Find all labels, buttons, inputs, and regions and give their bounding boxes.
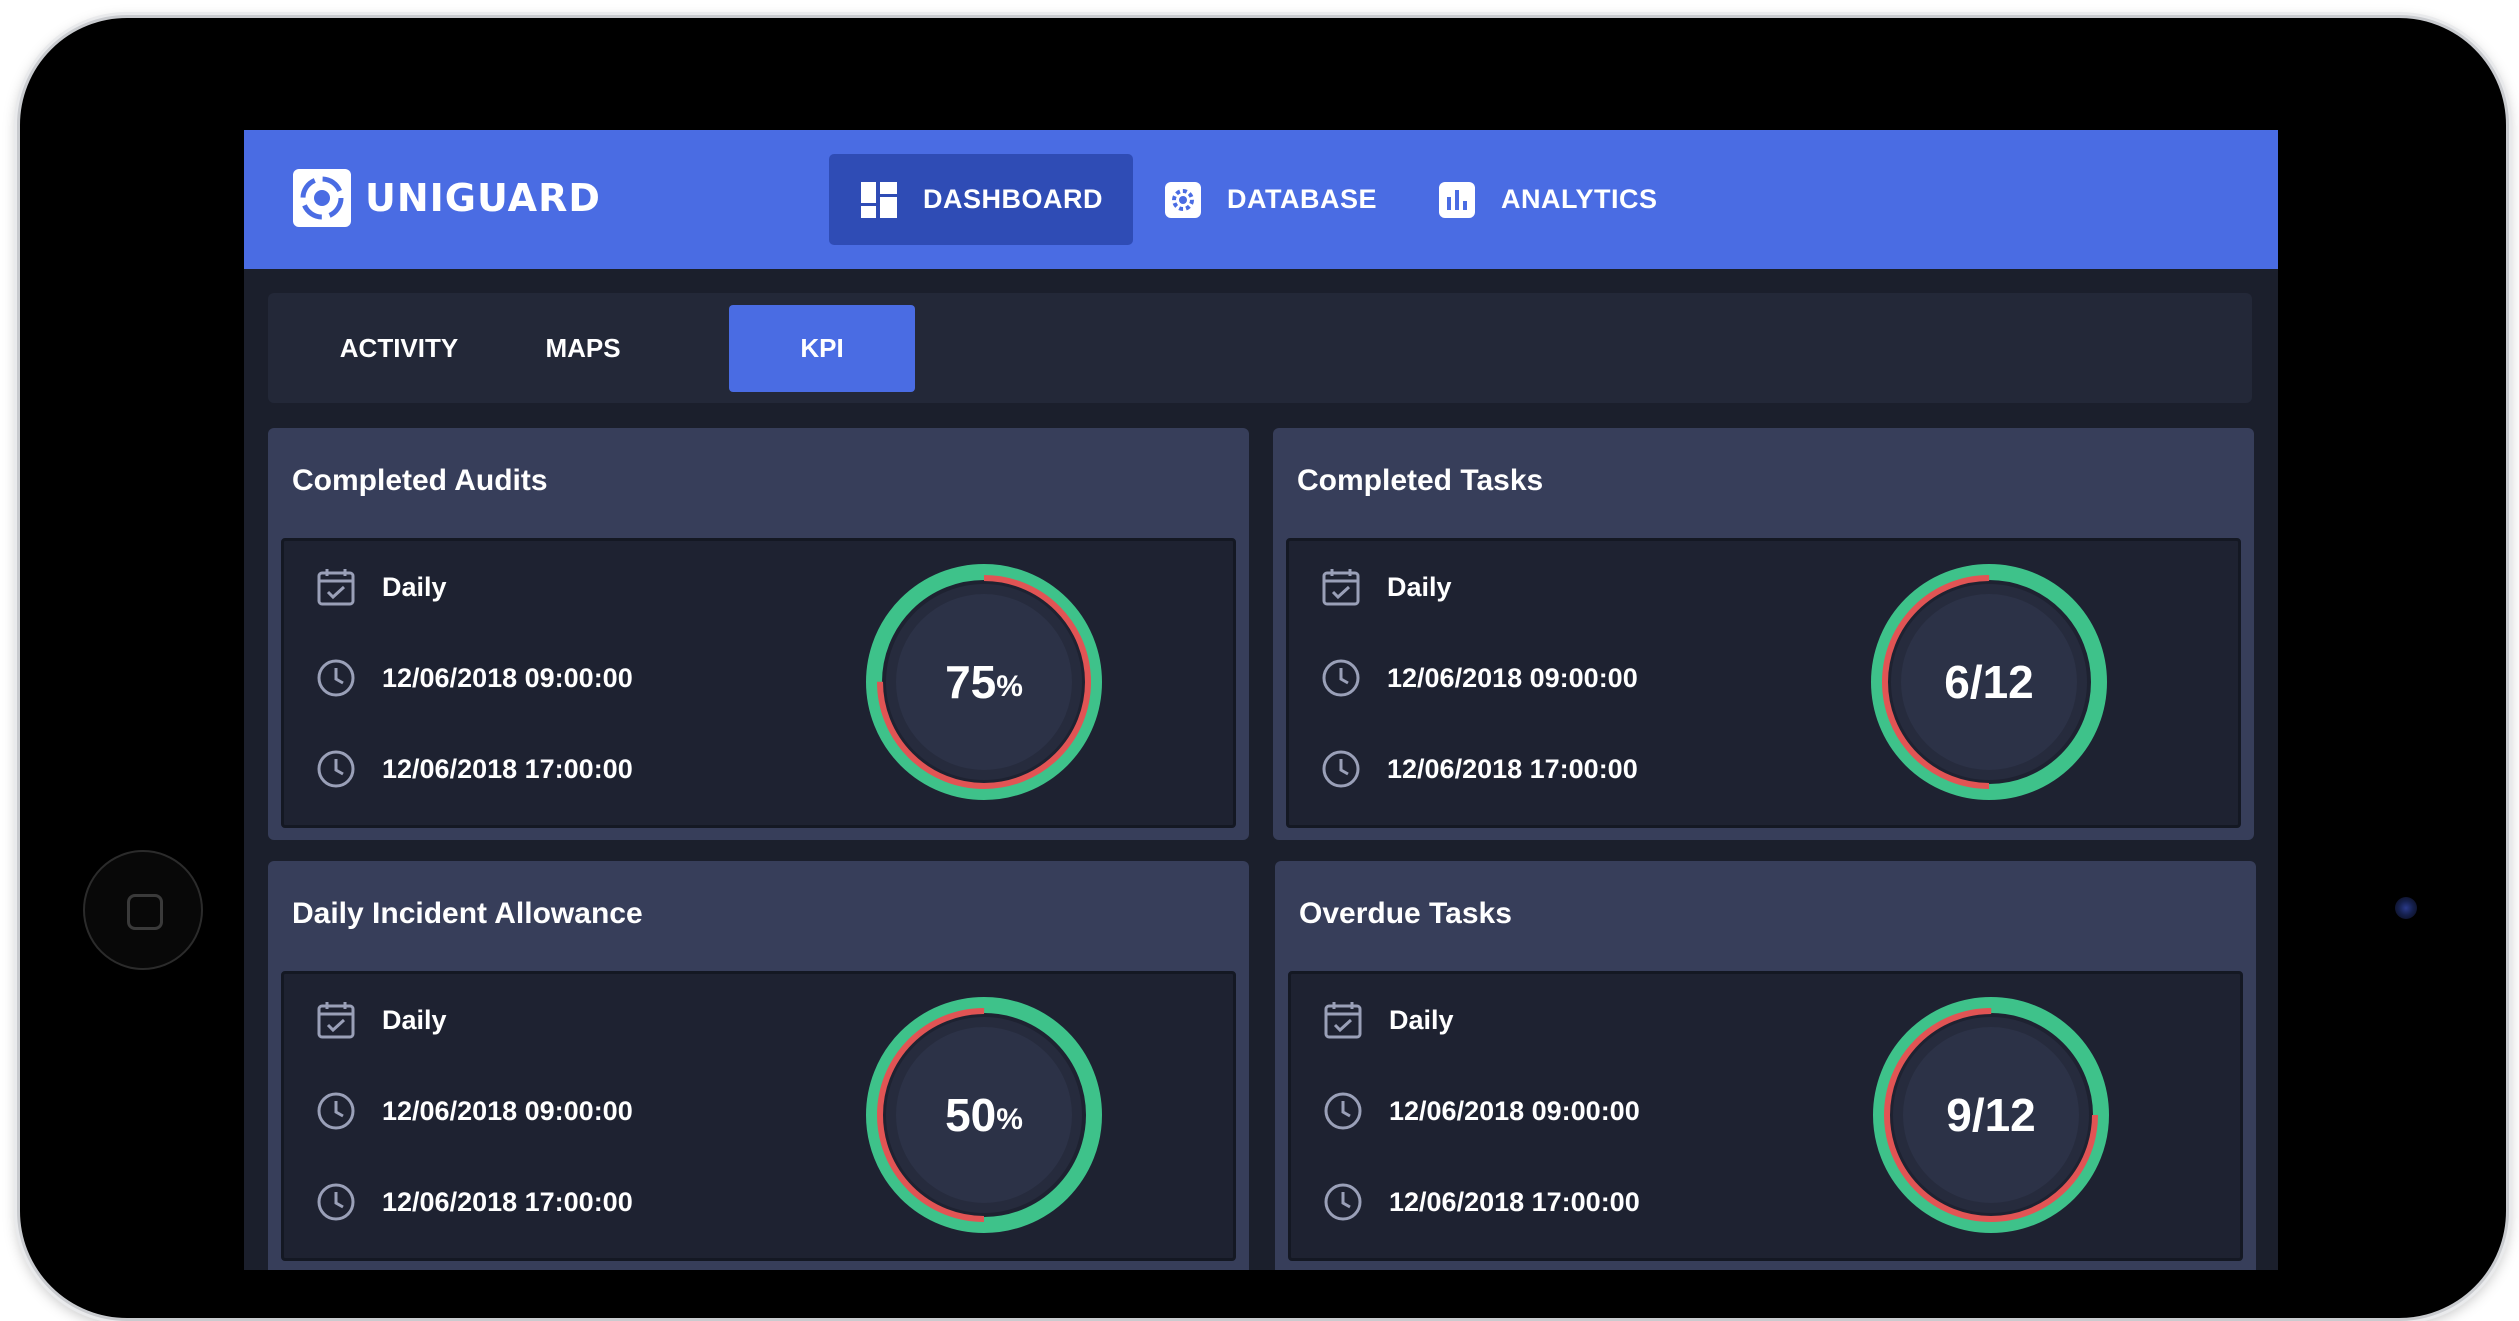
card-title: Completed Tasks [1297, 464, 1544, 497]
gauge-value: 75% [945, 656, 1023, 708]
period-label: Daily [1387, 571, 1452, 602]
period-row: Daily [1321, 998, 1454, 1042]
nav-analytics-label: ANALYTICS [1501, 184, 1658, 214]
card-title: Daily Incident Allowance [292, 897, 643, 930]
period-label: Daily [1389, 1004, 1454, 1035]
gear-icon [1163, 180, 1203, 220]
calendar-check-icon [1321, 998, 1365, 1042]
start-time-row: 12/06/2018 09:00:00 [314, 656, 633, 700]
camera [2395, 897, 2417, 919]
uniguard-logo-icon [293, 169, 351, 227]
end-time-row: 12/06/2018 17:00:00 [1319, 747, 1638, 791]
home-button[interactable] [83, 850, 203, 970]
calendar-check-icon [1319, 565, 1363, 609]
calendar-check-icon [314, 998, 358, 1042]
period-row: Daily [1319, 565, 1452, 609]
period-label: Daily [382, 571, 447, 602]
progress-ring: 75% [864, 562, 1104, 802]
gauge-value: 9/12 [1946, 1089, 2036, 1141]
end-time-row: 12/06/2018 17:00:00 [314, 747, 633, 791]
period-row: Daily [314, 998, 447, 1042]
card-body: Daily 12/06/2018 09:00:00 12/06/2018 17:… [281, 971, 1236, 1261]
nav-database[interactable]: DATABASE [1133, 154, 1407, 245]
start-time: 12/06/2018 09:00:00 [382, 1095, 633, 1126]
kpi-card: Daily Incident Allowance Daily 12/06/201… [268, 861, 1249, 1270]
progress-ring: 6/12 [1869, 562, 2109, 802]
start-time-row: 12/06/2018 09:00:00 [1319, 656, 1638, 700]
start-time-row: 12/06/2018 09:00:00 [314, 1089, 633, 1133]
clock-icon [314, 656, 358, 700]
brand-logo[interactable]: UNIGUARD [293, 169, 601, 227]
main-nav: DASHBOARD DATABASE ANALYTICS [829, 154, 1688, 245]
top-navigation-bar: UNIGUARD DASHBOARD DATABASE ANALYTICS [244, 130, 2278, 269]
start-time-row: 12/06/2018 09:00:00 [1321, 1089, 1640, 1133]
kpi-card: Completed Tasks Daily 12/06/2018 09:00:0… [1273, 428, 2254, 840]
end-time-row: 12/06/2018 17:00:00 [1321, 1180, 1640, 1224]
progress-ring: 9/12 [1871, 995, 2111, 1235]
app-screen: UNIGUARD DASHBOARD DATABASE ANALYTICS AC… [244, 130, 2278, 1270]
brand-name: UNIGUARD [365, 176, 601, 220]
clock-icon [1321, 1089, 1365, 1133]
gauge-value: 50% [945, 1089, 1023, 1141]
end-time: 12/06/2018 17:00:00 [1389, 1186, 1640, 1217]
card-body: Daily 12/06/2018 09:00:00 12/06/2018 17:… [1288, 971, 2243, 1261]
card-title: Completed Audits [292, 464, 548, 497]
start-time: 12/06/2018 09:00:00 [1389, 1095, 1640, 1126]
progress-ring: 50% [864, 995, 1104, 1235]
period-row: Daily [314, 565, 447, 609]
start-time: 12/06/2018 09:00:00 [1387, 662, 1638, 693]
card-body: Daily 12/06/2018 09:00:00 12/06/2018 17:… [281, 538, 1236, 828]
clock-icon [1319, 656, 1363, 700]
gauge-value: 6/12 [1944, 656, 2034, 708]
end-time-row: 12/06/2018 17:00:00 [314, 1180, 633, 1224]
tab-maps[interactable]: MAPS [508, 305, 658, 392]
clock-icon [314, 747, 358, 791]
end-time: 12/06/2018 17:00:00 [382, 1186, 633, 1217]
bar-chart-icon [1437, 180, 1477, 220]
clock-icon [314, 1180, 358, 1224]
clock-icon [314, 1089, 358, 1133]
dashboard-icon [859, 180, 899, 220]
start-time: 12/06/2018 09:00:00 [382, 662, 633, 693]
card-title: Overdue Tasks [1299, 897, 1512, 930]
kpi-card: Completed Audits Daily 12/06/2018 09:00:… [268, 428, 1249, 840]
clock-icon [1319, 747, 1363, 791]
tab-activity[interactable]: ACTIVITY [304, 305, 494, 392]
tab-kpi[interactable]: KPI [729, 305, 915, 392]
nav-analytics[interactable]: ANALYTICS [1407, 154, 1688, 245]
kpi-card: Overdue Tasks Daily 12/06/2018 09:00:00 … [1275, 861, 2256, 1270]
nav-database-label: DATABASE [1227, 184, 1377, 214]
end-time: 12/06/2018 17:00:00 [382, 753, 633, 784]
card-body: Daily 12/06/2018 09:00:00 12/06/2018 17:… [1286, 538, 2241, 828]
sub-tabs: ACTIVITY MAPS KPI [268, 293, 2252, 403]
end-time: 12/06/2018 17:00:00 [1387, 753, 1638, 784]
clock-icon [1321, 1180, 1365, 1224]
nav-dashboard-label: DASHBOARD [923, 184, 1103, 214]
calendar-check-icon [314, 565, 358, 609]
nav-dashboard[interactable]: DASHBOARD [829, 154, 1133, 245]
period-label: Daily [382, 1004, 447, 1035]
